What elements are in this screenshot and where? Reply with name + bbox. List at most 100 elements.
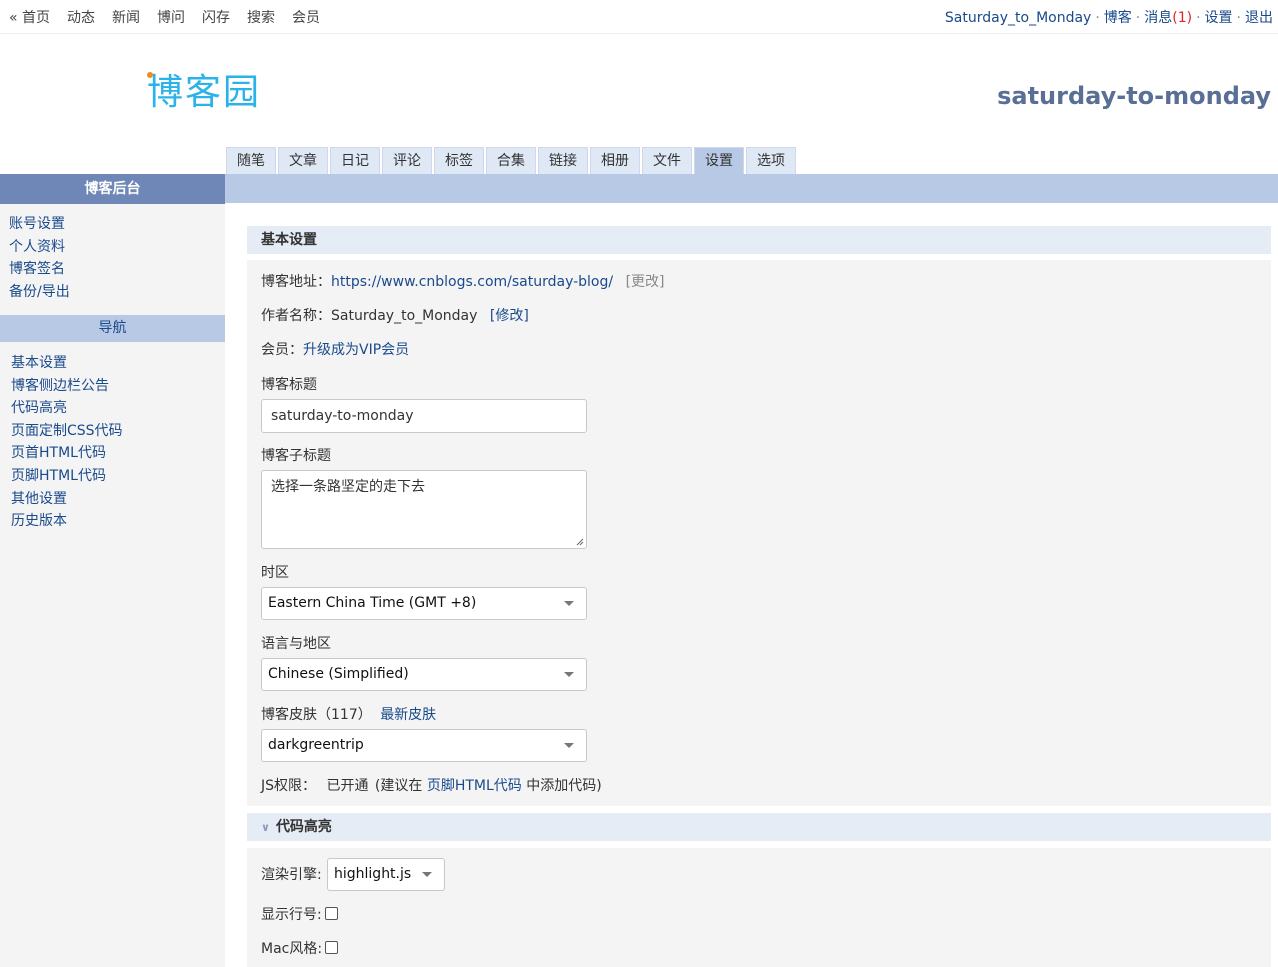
resize-handle-icon[interactable]: [576, 538, 584, 546]
sidebar-item-signature[interactable]: 博客签名: [9, 258, 225, 281]
engine-select[interactable]: highlight.js: [327, 858, 445, 891]
tab-comments[interactable]: 评论: [382, 147, 432, 174]
skin-label: 博客皮肤（117）: [261, 707, 372, 723]
nav-home[interactable]: « 首页: [9, 7, 50, 27]
mac-style-checkbox[interactable]: [325, 941, 339, 954]
language-select[interactable]: Chinese (Simplified): [261, 658, 587, 691]
sidebar-item-basic[interactable]: 基本设置: [11, 352, 225, 375]
timezone-label: 时区: [261, 565, 289, 581]
edit-author-link[interactable]: [修改]: [490, 308, 529, 324]
author-label: 作者名称：: [261, 308, 331, 324]
tab-tags[interactable]: 标签: [434, 147, 484, 174]
js-permission-label: JS权限：: [261, 778, 317, 794]
messages-label: 消息: [1144, 10, 1173, 26]
nav-ing[interactable]: 闪存: [202, 7, 230, 27]
blog-subtitle-text: 选择一条路坚定的走下去: [271, 479, 425, 495]
blog-title-label: 博客标题: [261, 377, 317, 393]
mac-style-label: Mac风格:: [261, 941, 323, 957]
separator: ·: [1135, 10, 1141, 26]
separator: ·: [1236, 10, 1241, 26]
tab-settings[interactable]: 设置: [694, 147, 744, 174]
code-highlight-title: 代码高亮: [275, 819, 332, 835]
tab-albums[interactable]: 相册: [590, 147, 640, 174]
chevron-down-icon: [422, 872, 432, 877]
upgrade-vip-link[interactable]: 升级成为VIP会员: [303, 342, 409, 358]
sidebar-item-footer-html[interactable]: 页脚HTML代码: [11, 465, 225, 488]
blog-subtitle-textarea[interactable]: 选择一条路坚定的走下去: [261, 470, 587, 549]
chevron-double-down-icon: ∨: [261, 821, 270, 834]
language-label: 语言与地区: [261, 636, 331, 652]
code-highlight-header[interactable]: ∨ 代码高亮: [247, 813, 1271, 841]
nav-qa[interactable]: 博问: [157, 7, 185, 27]
js-hint-prefix: (建议在: [374, 778, 423, 794]
skin-select[interactable]: darkgreentrip: [261, 729, 587, 762]
blog-link[interactable]: 博客: [1104, 10, 1132, 26]
logout-link[interactable]: 退出: [1245, 10, 1273, 26]
sidebar-item-css[interactable]: 页面定制CSS代码: [11, 420, 225, 443]
cnblogs-logo[interactable]: 博客园: [147, 66, 262, 113]
tab-articles[interactable]: 文章: [278, 147, 328, 174]
member-label: 会员：: [261, 342, 303, 358]
timezone-select[interactable]: Eastern China Time (GMT +8): [261, 587, 587, 620]
separator: ·: [1196, 10, 1201, 26]
engine-value: highlight.js: [334, 866, 412, 882]
chevron-down-icon: [564, 601, 574, 606]
separator: ·: [1095, 10, 1100, 26]
js-permission-status: 已开通: [326, 778, 369, 794]
tab-diary[interactable]: 日记: [330, 147, 380, 174]
blog-address-link[interactable]: https://www.cnblogs.com/saturday-blog/: [331, 274, 613, 290]
chevron-down-icon: [564, 672, 574, 677]
nav-feed[interactable]: 动态: [67, 7, 95, 27]
author-row: 作者名称：Saturday_to_Monday [修改]: [261, 305, 529, 325]
sidebar-nav-title: 导航: [0, 315, 225, 342]
settings-link[interactable]: 设置: [1205, 10, 1233, 26]
tab-bar-strip: [225, 174, 1278, 203]
sidebar-title: 博客后台: [0, 174, 225, 204]
blog-address-row: 博客地址：https://www.cnblogs.com/saturday-bl…: [261, 271, 665, 291]
tab-options[interactable]: 选项: [746, 147, 796, 174]
footer-html-link[interactable]: 页脚HTML代码: [427, 778, 522, 794]
sidebar-item-backup[interactable]: 备份/导出: [9, 281, 225, 304]
line-numbers-row: 显示行号:: [261, 904, 338, 924]
code-highlight-panel: 渲染引擎: highlight.js 显示行号: Mac风格:: [247, 848, 1271, 967]
skin-row: 博客皮肤（117） 最新皮肤: [261, 704, 436, 724]
tab-links[interactable]: 链接: [538, 147, 588, 174]
tab-collections[interactable]: 合集: [486, 147, 536, 174]
latest-skins-link[interactable]: 最新皮肤: [380, 707, 436, 723]
username-link[interactable]: Saturday_to_Monday: [945, 10, 1091, 26]
sidebar-item-header-html[interactable]: 页首HTML代码: [11, 442, 225, 465]
nav-links: 基本设置 博客侧边栏公告 代码高亮 页面定制CSS代码 页首HTML代码 页脚H…: [0, 342, 225, 533]
basic-settings-header: 基本设置: [247, 226, 1271, 254]
nav-search[interactable]: 搜索: [247, 7, 275, 27]
logo-text: 博客园: [147, 72, 262, 113]
member-row: 会员：升级成为VIP会员: [261, 339, 409, 359]
nav-vip[interactable]: 会员: [292, 7, 320, 27]
top-bar: « 首页 动态 新闻 博问 闪存 搜索 会员 Saturday_to_Monda…: [0, 0, 1278, 34]
tab-posts[interactable]: 随笔: [226, 147, 276, 174]
tab-files[interactable]: 文件: [642, 147, 692, 174]
sidebar-item-notice[interactable]: 博客侧边栏公告: [11, 375, 225, 398]
blog-name-title[interactable]: saturday-to-monday: [997, 82, 1271, 110]
blog-title-input[interactable]: saturday-to-monday: [261, 399, 587, 433]
logo-dot-icon: [147, 72, 153, 78]
admin-tabs: 随笔 文章 日记 评论 标签 合集 链接 相册 文件 设置 选项: [226, 147, 798, 174]
blog-address-label: 博客地址：: [261, 274, 331, 290]
change-address-link[interactable]: [更改]: [626, 274, 665, 290]
messages-link[interactable]: 消息(1): [1144, 10, 1192, 26]
blog-subtitle-label: 博客子标题: [261, 448, 331, 464]
user-menu: Saturday_to_Monday · 博客 · 消息(1) · 设置 · 退出: [945, 7, 1273, 27]
line-numbers-checkbox[interactable]: [324, 907, 338, 920]
nav-news[interactable]: 新闻: [112, 7, 140, 27]
sidebar-item-account[interactable]: 账号设置: [9, 213, 225, 236]
chevron-down-icon: [564, 743, 574, 748]
sidebar-item-history[interactable]: 历史版本: [11, 510, 225, 533]
author-name: Saturday_to_Monday: [331, 308, 478, 324]
account-links: 账号设置 个人资料 博客签名 备份/导出: [0, 204, 225, 303]
skin-value: darkgreentrip: [268, 737, 364, 753]
sidebar-item-profile[interactable]: 个人资料: [9, 236, 225, 259]
sidebar-item-highlight[interactable]: 代码高亮: [11, 397, 225, 420]
js-permission-row: JS权限： 已开通 (建议在 页脚HTML代码 中添加代码): [261, 775, 602, 795]
sidebar-item-other[interactable]: 其他设置: [11, 488, 225, 511]
basic-settings-panel: 博客地址：https://www.cnblogs.com/saturday-bl…: [247, 260, 1271, 806]
js-hint-suffix: 中添加代码): [526, 778, 602, 794]
